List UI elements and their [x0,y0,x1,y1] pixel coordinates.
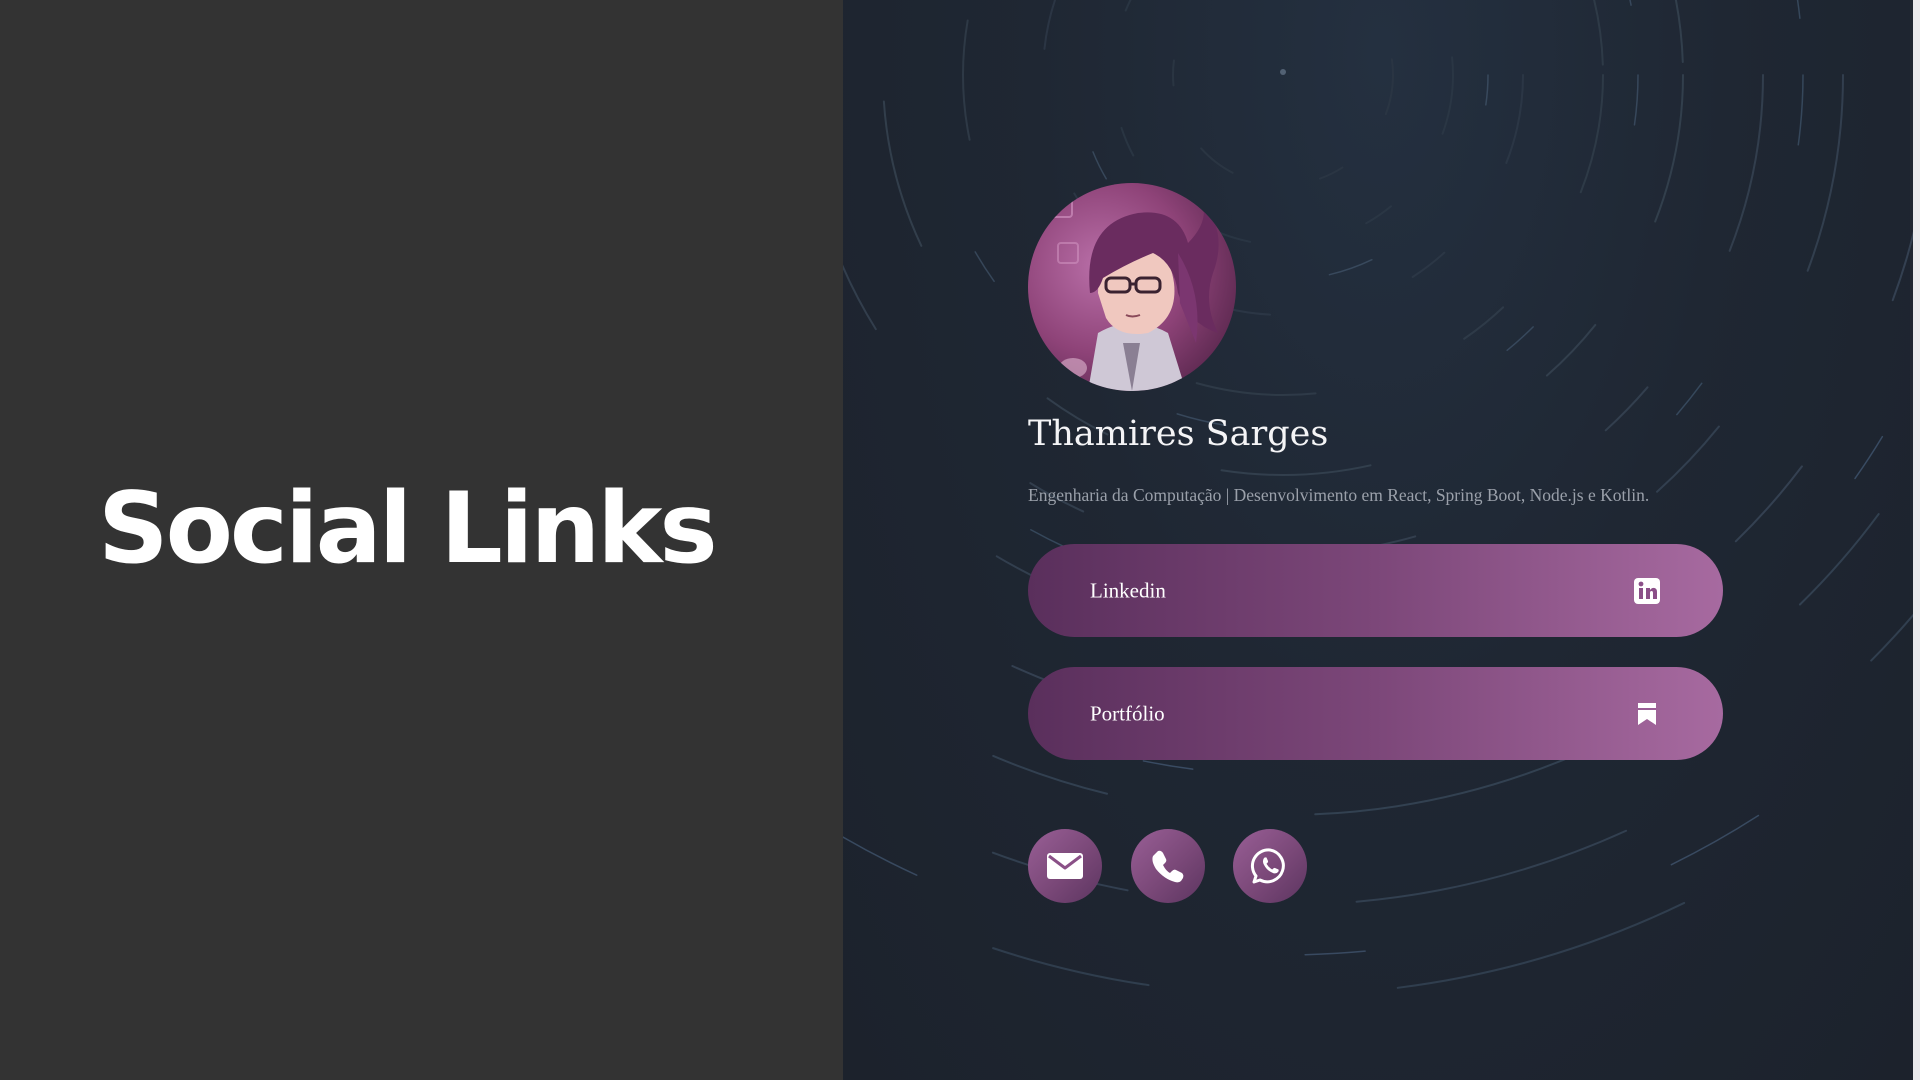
left-panel: Social Links [0,0,843,1080]
slide-title: Social Links [98,472,718,586]
profile-bio: Engenharia da Computação | Desenvolvimen… [1028,485,1650,505]
social-icons-row [1028,829,1328,904]
linkedin-link-button[interactable]: Linkedin [1028,544,1723,637]
phone-button[interactable] [1131,829,1205,903]
phone-icon [1152,850,1184,883]
whatsapp-button[interactable] [1233,829,1307,903]
portfolio-link-label: Portfólio [1090,701,1165,725]
avatar[interactable] [1028,183,1236,391]
screen: Social Links Thamires Sarges Engenharia … [0,0,1920,1080]
linkedin-icon [1633,577,1661,605]
avatar-illustration-icon [1028,183,1236,391]
linkedin-link-label: Linkedin [1090,578,1166,602]
email-button[interactable] [1028,829,1102,903]
profile-card: Thamires Sarges Engenharia da Computação… [1028,0,1728,1080]
portfolio-link-button[interactable]: Portfólio [1028,667,1723,760]
window-edge [1913,0,1920,1080]
whatsapp-icon [1250,848,1285,884]
profile-name: Thamires Sarges [1028,414,1329,454]
bookmark-icon [1633,700,1661,728]
email-icon [1047,853,1083,879]
link-page-preview: Thamires Sarges Engenharia da Computação… [843,0,1920,1080]
